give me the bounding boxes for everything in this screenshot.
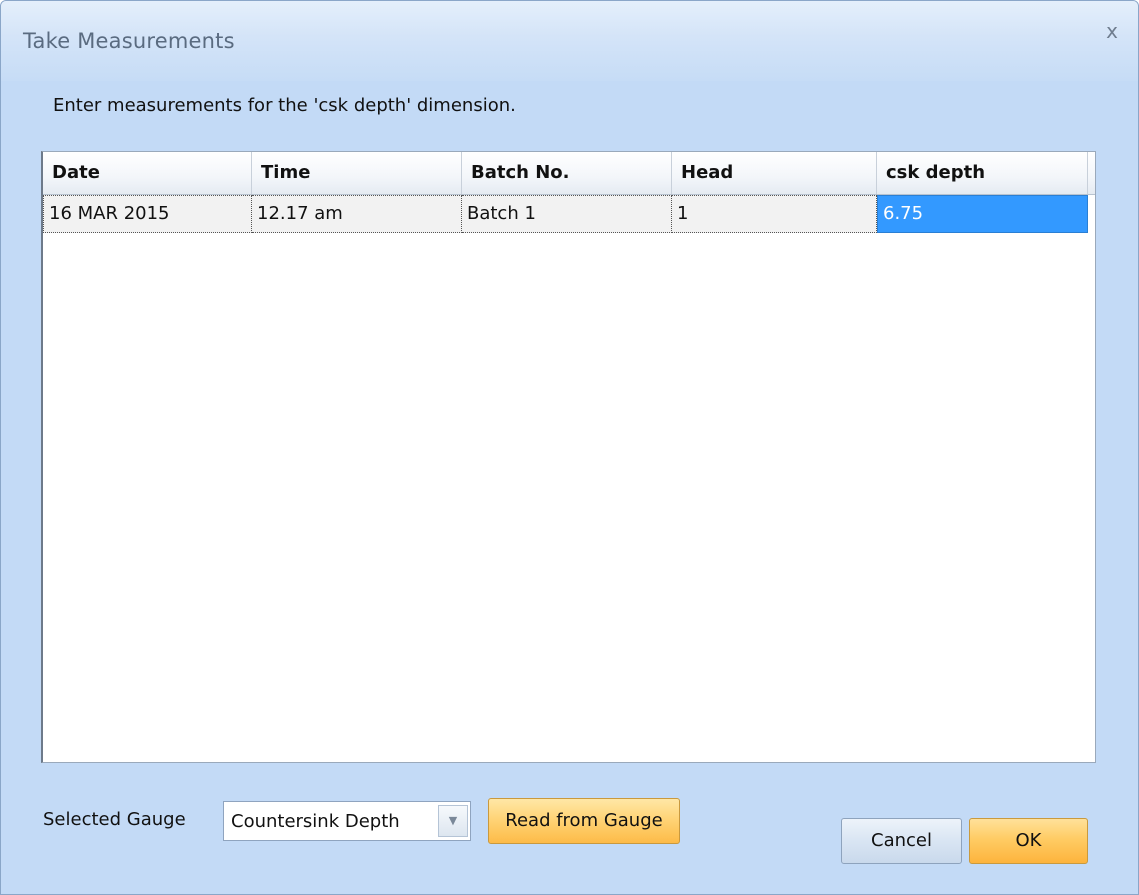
cell-csk-depth[interactable]: 6.75	[877, 195, 1088, 233]
column-header-csk-depth[interactable]: csk depth	[877, 152, 1088, 194]
chevron-down-icon[interactable]: ▼	[438, 805, 468, 837]
grid-header: Date Time Batch No. Head csk depth	[43, 152, 1095, 195]
cancel-button[interactable]: Cancel	[841, 818, 962, 864]
cell-time[interactable]: 12.17 am	[252, 195, 462, 233]
cell-date[interactable]: 16 MAR 2015	[43, 195, 252, 233]
read-from-gauge-button[interactable]: Read from Gauge	[488, 798, 680, 844]
column-header-batch-no[interactable]: Batch No.	[462, 152, 672, 194]
table-row[interactable]: 16 MAR 2015 12.17 am Batch 1 1 6.75	[43, 195, 1088, 233]
instruction-text: Enter measurements for the 'csk depth' d…	[53, 95, 516, 116]
close-icon[interactable]: x	[1100, 19, 1124, 43]
column-header-head[interactable]: Head	[672, 152, 877, 194]
column-header-time[interactable]: Time	[252, 152, 462, 194]
gauge-select[interactable]: Countersink Depth ▼	[223, 801, 471, 841]
cell-batch-no[interactable]: Batch 1	[462, 195, 672, 233]
column-header-date[interactable]: Date	[43, 152, 252, 194]
selected-gauge-label: Selected Gauge	[43, 809, 186, 830]
cell-head[interactable]: 1	[672, 195, 877, 233]
gauge-select-value: Countersink Depth	[231, 811, 400, 832]
dialog-title: Take Measurements	[23, 29, 235, 53]
measurements-grid[interactable]: Date Time Batch No. Head csk depth 16 MA…	[41, 151, 1096, 763]
take-measurements-dialog: Take Measurements x Enter measurements f…	[0, 0, 1139, 895]
title-bar[interactable]: Take Measurements x	[1, 1, 1138, 81]
ok-button[interactable]: OK	[969, 818, 1088, 864]
